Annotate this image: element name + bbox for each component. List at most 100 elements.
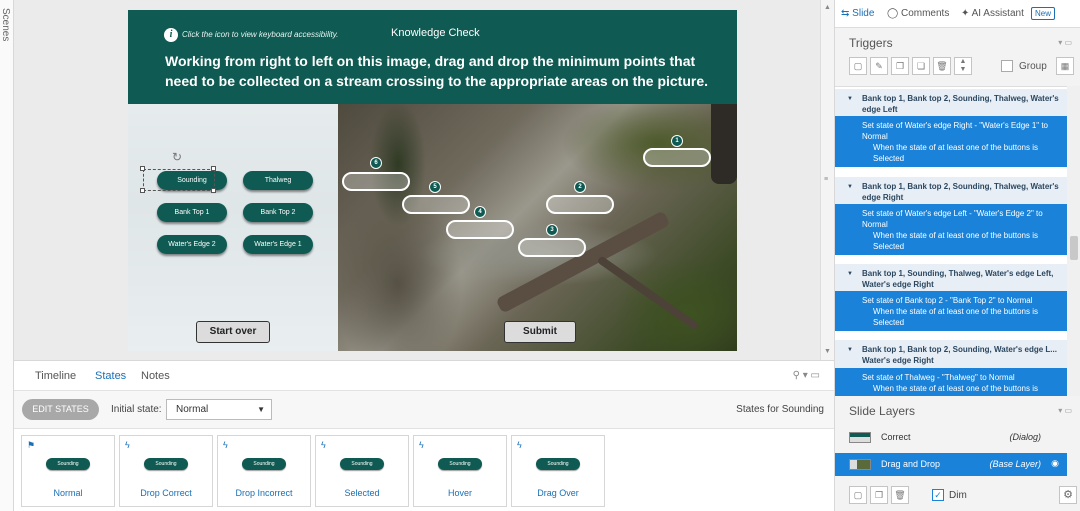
- state-card-selected[interactable]: ϟ Sounding Selected: [315, 435, 409, 507]
- drop-target-2[interactable]: [546, 195, 614, 214]
- comment-icon: ◯: [887, 8, 901, 19]
- scroll-down-icon[interactable]: ▼: [824, 348, 831, 355]
- new-trigger-icon[interactable]: ▢: [849, 57, 867, 75]
- stage-scrollbar[interactable]: ▲ ≡ ▼: [820, 0, 834, 360]
- properties-panel: ⇆ Slide ◯ Comments ✦ AI Assistant New Tr…: [834, 0, 1080, 511]
- calendar-icon[interactable]: ▦: [1056, 57, 1074, 75]
- triggers-list[interactable]: ▼ Bank top 1, Bank top 2, Sounding, Thalw…: [835, 86, 1067, 396]
- state-card-normal[interactable]: ⚑ Sounding Normal: [21, 435, 115, 507]
- triggers-scrollbar[interactable]: [1067, 86, 1080, 396]
- trigger-group-header[interactable]: ▼ Bank top 1, Bank top 2, Sounding, Water…: [835, 340, 1067, 370]
- slide-header: i Click the icon to view keyboard access…: [128, 10, 737, 104]
- state-card-hover[interactable]: ϟ Sounding Hover: [413, 435, 507, 507]
- drop-target-1[interactable]: [643, 148, 711, 167]
- drag-item-bank-top-2[interactable]: Bank Top 2: [243, 203, 313, 222]
- dim-checkbox[interactable]: ✓: [932, 489, 944, 501]
- rotate-handle-icon[interactable]: ↻: [172, 150, 182, 164]
- trigger-item[interactable]: Set state of Thalweg - "Thalweg" to Norm…: [835, 368, 1067, 396]
- tab-slide-label: Slide: [852, 8, 875, 19]
- tab-comments-label: Comments: [900, 8, 950, 19]
- duplicate-layer-icon[interactable]: ❐: [870, 486, 888, 504]
- triggers-title: Triggers: [849, 36, 893, 50]
- dim-label: Dim: [949, 490, 967, 501]
- layer-type: (Base Layer): [989, 459, 1041, 469]
- lightning-icon: ϟ: [321, 440, 326, 450]
- tab-slide[interactable]: ⇆ Slide: [841, 8, 874, 19]
- scroll-center-icon[interactable]: ≡: [824, 176, 828, 183]
- new-layer-icon[interactable]: ▢: [849, 486, 867, 504]
- photo-boot: [711, 104, 737, 184]
- trigger-item[interactable]: Set state of Water's edge Left - "Water'…: [835, 204, 1067, 255]
- scroll-thumb[interactable]: [1070, 236, 1078, 260]
- drop-target-5[interactable]: [402, 195, 470, 214]
- tab-notes[interactable]: Notes: [141, 370, 170, 382]
- edit-trigger-icon[interactable]: ✎: [870, 57, 888, 75]
- resize-handle[interactable]: [140, 166, 145, 171]
- trigger-condition: When the state of at least one of the bu…: [873, 307, 1038, 327]
- group-label: Group: [1019, 61, 1047, 72]
- resize-handle[interactable]: [211, 188, 216, 193]
- layer-correct[interactable]: Correct (Dialog): [835, 426, 1067, 449]
- panel-collapse-icon[interactable]: ▾ ▭: [1058, 406, 1072, 415]
- lightning-icon: ϟ: [223, 440, 228, 450]
- trigger-condition: When the state of at least one of the bu…: [873, 231, 1038, 251]
- state-name: Drag Over: [537, 488, 579, 498]
- move-up-down-icon[interactable]: ▲ ▼: [954, 57, 972, 75]
- paste-icon[interactable]: ❏: [912, 57, 930, 75]
- layer-thumbnail: [849, 432, 871, 443]
- trigger-item[interactable]: Set state of Bank top 2 - "Bank Top 2" t…: [835, 291, 1067, 331]
- info-icon[interactable]: i: [164, 28, 178, 42]
- panel-controls-icon[interactable]: ⚲ ▾ ▭: [793, 370, 820, 381]
- drag-source-area: [128, 104, 338, 351]
- state-preview: Sounding: [340, 458, 384, 470]
- drag-item-waters-edge-1[interactable]: Water's Edge 1: [243, 235, 313, 254]
- tab-timeline[interactable]: Timeline: [35, 370, 76, 382]
- drag-item-thalweg[interactable]: Thalweg: [243, 171, 313, 190]
- drop-target-4[interactable]: [446, 220, 514, 239]
- tab-ai-assistant[interactable]: ✦ AI Assistant: [961, 8, 1024, 19]
- scenes-panel[interactable]: Scenes: [0, 0, 14, 511]
- drag-item-waters-edge-2[interactable]: Water's Edge 2: [157, 235, 227, 254]
- drop-number-4: 4: [474, 206, 486, 218]
- state-card-drag-over[interactable]: ϟ Sounding Drag Over: [511, 435, 605, 507]
- trigger-group-label: Bank top 1, Bank top 2, Sounding, Thalwe…: [862, 94, 1059, 114]
- trigger-group-header[interactable]: ▼ Bank top 1, Sounding, Thalweg, Water's …: [835, 264, 1067, 294]
- drop-target-3[interactable]: [518, 238, 586, 257]
- trigger-group-header[interactable]: ▼ Bank top 1, Bank top 2, Sounding, Thalw…: [835, 89, 1067, 119]
- group-checkbox[interactable]: [1001, 60, 1013, 72]
- initial-state-value: Normal: [176, 404, 209, 415]
- delete-layer-icon[interactable]: 🗑: [891, 486, 909, 504]
- state-card-drop-incorrect[interactable]: ϟ Sounding Drop Incorrect: [217, 435, 311, 507]
- tab-states[interactable]: States: [95, 370, 126, 382]
- scroll-up-icon[interactable]: ▲: [824, 4, 831, 11]
- gear-icon[interactable]: ⚙: [1059, 486, 1077, 504]
- initial-state-select[interactable]: Normal ▼: [166, 399, 272, 420]
- initial-state-label: Initial state:: [111, 404, 162, 415]
- right-tabs: ⇆ Slide ◯ Comments ✦ AI Assistant New: [835, 0, 1080, 28]
- photo-log: [495, 210, 671, 314]
- resize-handle[interactable]: [211, 166, 216, 171]
- layer-drag-and-drop[interactable]: Drag and Drop (Base Layer) ◉: [835, 453, 1067, 476]
- slide-icon: ⇆: [841, 8, 853, 19]
- panel-collapse-icon[interactable]: ▾ ▭: [1058, 38, 1072, 47]
- state-card-drop-correct[interactable]: ϟ Sounding Drop Correct: [119, 435, 213, 507]
- delete-icon[interactable]: 🗑: [933, 57, 951, 75]
- start-over-button[interactable]: Start over: [196, 321, 270, 343]
- trigger-group-label: Bank top 1, Sounding, Thalweg, Water's e…: [862, 269, 1054, 289]
- resize-handle[interactable]: [140, 188, 145, 193]
- trigger-group-label: Bank top 1, Bank top 2, Sounding, Thalwe…: [862, 182, 1059, 202]
- drop-target-6[interactable]: [342, 172, 410, 191]
- tab-comments[interactable]: ◯ Comments: [887, 8, 949, 19]
- submit-button[interactable]: Submit: [504, 321, 576, 343]
- layer-name: Drag and Drop: [881, 459, 941, 469]
- collapse-triangle-icon: ▼: [847, 184, 853, 190]
- trigger-group-header[interactable]: ▼ Bank top 1, Bank top 2, Sounding, Thalw…: [835, 177, 1067, 207]
- selection-box[interactable]: [143, 169, 215, 191]
- flag-icon: ⚑: [27, 440, 36, 450]
- copy-icon[interactable]: ❐: [891, 57, 909, 75]
- bottom-panel: Timeline States Notes ⚲ ▾ ▭ EDIT STATES …: [14, 360, 834, 511]
- eye-icon[interactable]: ◉: [1051, 458, 1059, 469]
- edit-states-button[interactable]: EDIT STATES: [22, 399, 99, 420]
- trigger-item[interactable]: Set state of Water's edge Right - "Water…: [835, 116, 1067, 167]
- drag-item-bank-top-1[interactable]: Bank Top 1: [157, 203, 227, 222]
